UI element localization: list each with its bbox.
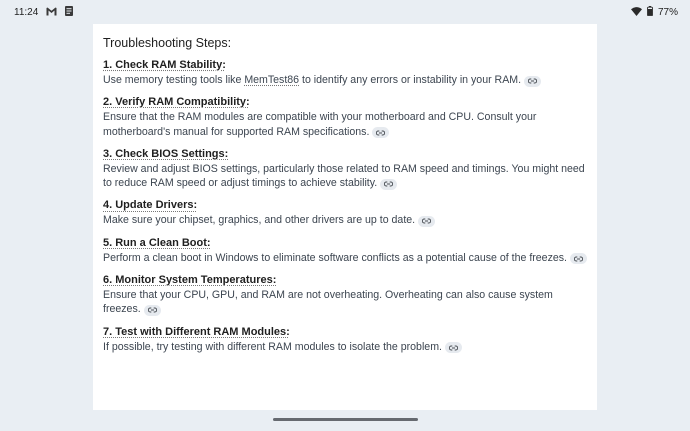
- source-link-chip[interactable]: [444, 342, 462, 354]
- step-body: Use memory testing tools like MemTest86 …: [103, 73, 587, 87]
- step-1: 1. Check RAM Stability: Use memory testi…: [103, 58, 587, 87]
- step-title: 5. Run a Clean Boot:: [103, 236, 211, 249]
- status-left: 11:24: [14, 6, 74, 19]
- gmail-icon: [46, 7, 57, 19]
- source-link-chip[interactable]: [524, 75, 542, 87]
- step-body: Perform a clean boot in Windows to elimi…: [103, 251, 588, 265]
- link-icon: [574, 256, 584, 262]
- step-7: 7. Test with Different RAM Modules: If p…: [103, 325, 587, 354]
- link-icon: [147, 307, 157, 313]
- battery-percent: 77%: [657, 7, 678, 18]
- step-title: 3. Check BIOS Settings:: [103, 147, 229, 160]
- notes-icon: [65, 6, 74, 19]
- link-icon: [422, 218, 432, 224]
- memtest-link[interactable]: MemTest86: [244, 74, 299, 86]
- link-icon: [384, 181, 394, 187]
- status-right: 77%: [630, 6, 678, 19]
- battery-icon: [647, 6, 653, 19]
- step-title: 6. Monitor System Temperatures:: [103, 274, 277, 287]
- source-link-chip[interactable]: [143, 304, 161, 316]
- step-body: Make sure your chipset, graphics, and ot…: [103, 213, 587, 227]
- step-body: Ensure that your CPU, GPU, and RAM are n…: [103, 289, 553, 316]
- step-2: 2. Verify RAM Compatibility: Ensure that…: [103, 95, 587, 139]
- step-4: 4. Update Drivers: Make sure your chipse…: [103, 198, 587, 227]
- step-3: 3. Check BIOS Settings: Review and adjus…: [103, 147, 587, 191]
- section-title: Troubleshooting Steps:: [103, 36, 232, 50]
- link-icon: [376, 130, 386, 136]
- step-title: 1. Check RAM Stability:: [103, 59, 226, 71]
- step-title: 2. Verify RAM Compatibility:: [103, 96, 250, 109]
- step-body: Review and adjust BIOS settings, particu…: [103, 162, 585, 190]
- source-link-chip[interactable]: [570, 253, 588, 265]
- link-icon: [528, 78, 538, 84]
- source-link-chip[interactable]: [372, 127, 390, 139]
- step-body: If possible, try testing with different …: [103, 340, 587, 354]
- source-link-chip[interactable]: [418, 215, 436, 227]
- response-panel: Troubleshooting Steps: 1. Check RAM Stab…: [93, 24, 597, 410]
- link-icon: [448, 345, 458, 351]
- clock: 11:24: [14, 7, 39, 18]
- step-6: 6. Monitor System Temperatures: Ensure t…: [103, 273, 587, 317]
- step-5: 5. Run a Clean Boot: Perform a clean boo…: [103, 236, 588, 265]
- step-title: 4. Update Drivers:: [103, 199, 198, 212]
- step-body: Ensure that the RAM modules are compatib…: [103, 111, 537, 139]
- gesture-nav-handle[interactable]: [273, 418, 418, 421]
- wifi-icon: [630, 6, 642, 19]
- step-title: 7. Test with Different RAM Modules:: [103, 325, 290, 338]
- status-bar: 11:24 77%: [0, 0, 690, 24]
- source-link-chip[interactable]: [380, 178, 398, 190]
